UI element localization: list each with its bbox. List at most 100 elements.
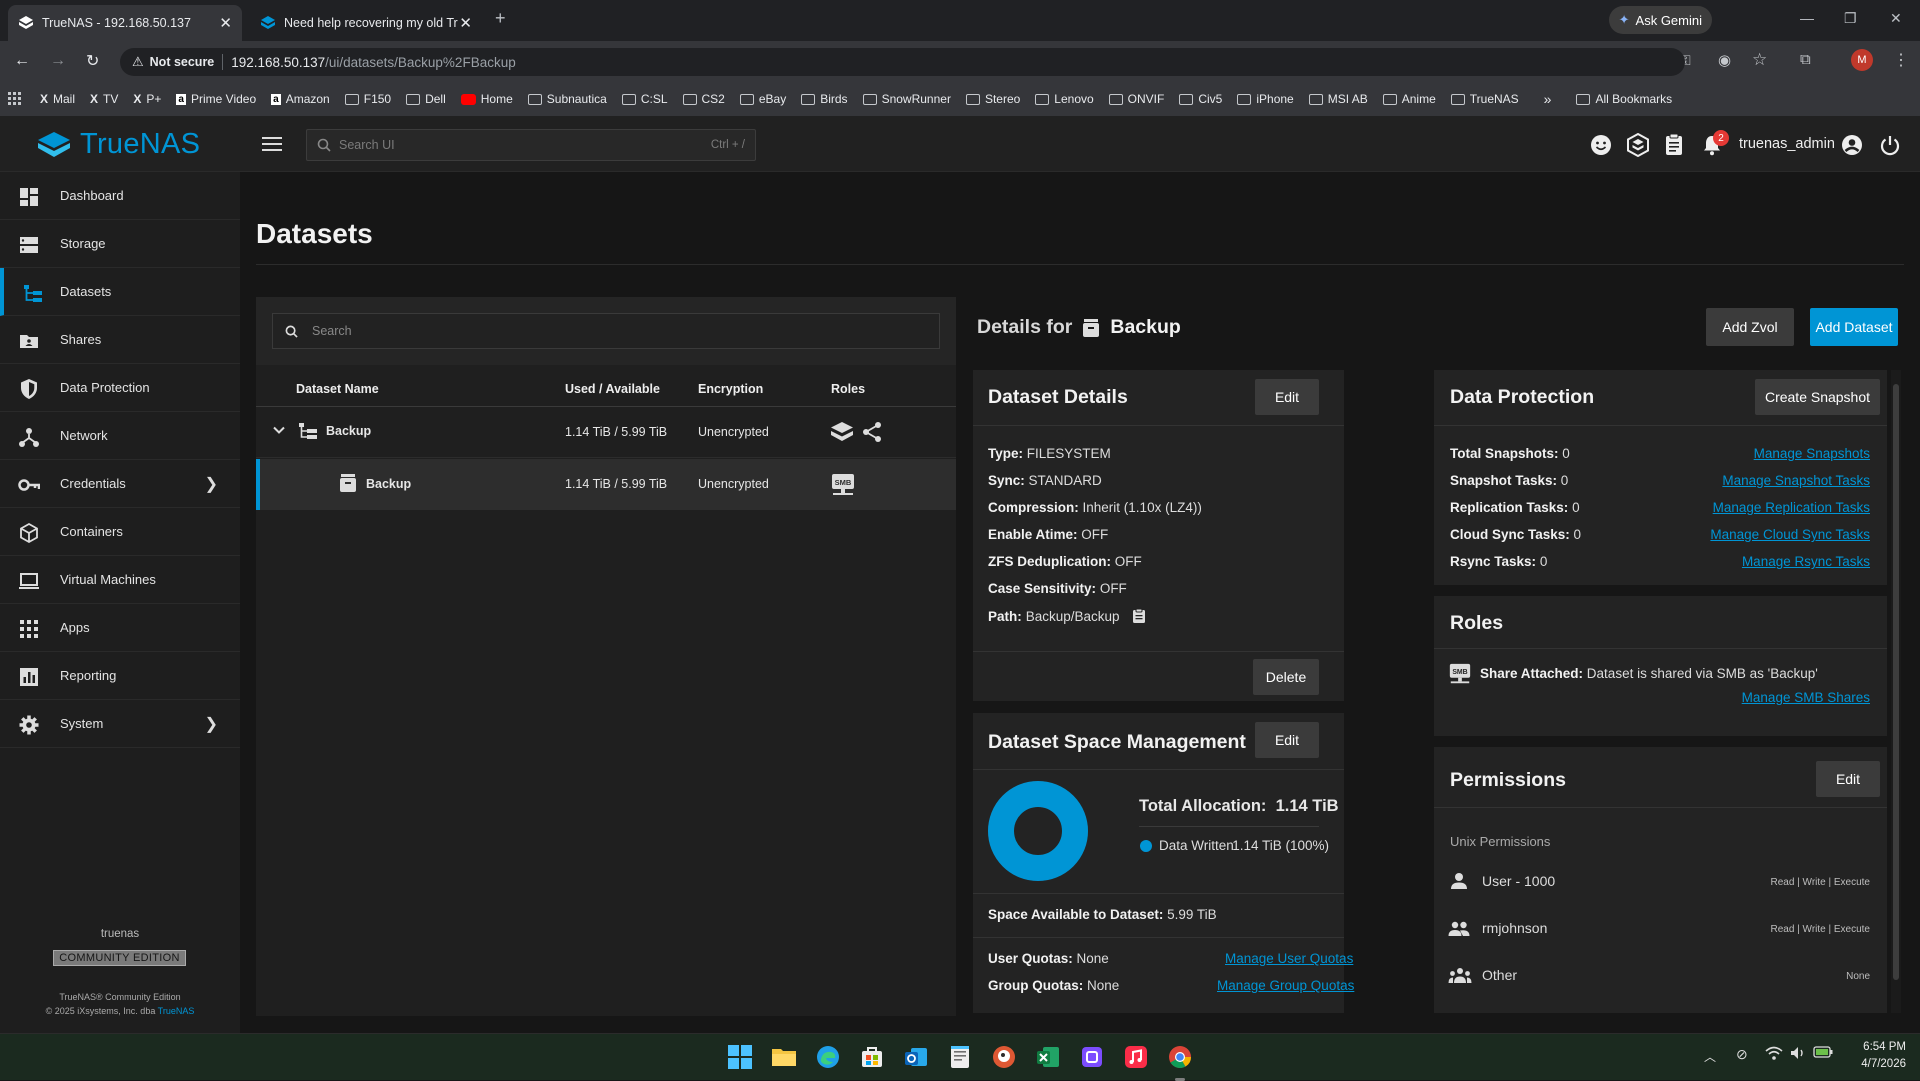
sidebar-item-reporting[interactable]: Reporting (0, 652, 240, 700)
bookmark-lenovo[interactable]: Lenovo (1035, 92, 1094, 106)
copy-clipboard-icon[interactable] (1132, 608, 1146, 624)
manage-user-quotas-link[interactable]: Manage User Quotas (1225, 951, 1353, 966)
bookmark-truenas[interactable]: TrueNAS (1450, 92, 1519, 106)
close-window-icon[interactable]: ✕ (1890, 10, 1902, 27)
sidebar-item-dashboard[interactable]: Dashboard (0, 172, 240, 220)
bookmark-tv[interactable]: X TV (90, 92, 118, 106)
duckduckgo-icon[interactable] (990, 1043, 1018, 1071)
bookmark-cs2[interactable]: CS2 (682, 92, 725, 106)
file-explorer-icon[interactable] (770, 1043, 798, 1071)
windows-start-icon[interactable] (726, 1043, 754, 1071)
tray-mute-icon[interactable]: ⊘ (1736, 1046, 1748, 1063)
bookmark-subnautica[interactable]: Subnautica (527, 92, 607, 106)
bookmark-ebay[interactable]: eBay (739, 92, 786, 106)
sidebar-item-virtual-machines[interactable]: Virtual Machines (0, 556, 240, 604)
add-zvol-button[interactable]: Add Zvol (1706, 308, 1794, 346)
apple-music-icon[interactable] (1122, 1043, 1150, 1071)
minimize-icon[interactable]: — (1800, 10, 1814, 26)
tray-overflow-icon[interactable]: ︿ (1704, 1048, 1716, 1065)
jobs-clipboard-icon[interactable] (1665, 133, 1683, 156)
excel-icon[interactable] (1034, 1043, 1062, 1071)
create-snapshot-button[interactable]: Create Snapshot (1755, 379, 1880, 415)
restore-icon[interactable]: ❐ (1844, 10, 1857, 27)
manage-smb-shares-link[interactable]: Manage SMB Shares (1742, 690, 1870, 705)
edit-space-button[interactable]: Edit (1255, 722, 1319, 758)
browser-tab-truenas[interactable]: TrueNAS - 192.168.50.137 ✕ (8, 5, 242, 41)
manage-snapshot-tasks-link[interactable]: Manage Snapshot Tasks (1722, 473, 1870, 488)
delete-dataset-button[interactable]: Delete (1253, 659, 1319, 695)
bookmark-mail[interactable]: X Mail (40, 92, 75, 106)
forward-icon[interactable]: → (50, 52, 66, 70)
sidebar-item-storage[interactable]: Storage (0, 220, 240, 268)
sidebar-item-credentials[interactable]: Credentials ❯ (0, 460, 240, 508)
account-circle-icon[interactable] (1841, 134, 1863, 156)
manage-rsync-tasks-link[interactable]: Manage Rsync Tasks (1742, 554, 1870, 569)
sidebar-item-data-protection[interactable]: Data Protection (0, 364, 240, 412)
column-header-roles[interactable]: Roles (831, 382, 865, 396)
tab-search-icon[interactable]: ⧉ (1800, 51, 1811, 68)
edit-details-button[interactable]: Edit (1255, 379, 1319, 415)
close-tab-icon[interactable]: ✕ (459, 14, 472, 32)
bookmark-snowrunner[interactable]: SnowRunner (862, 92, 951, 106)
eye-icon[interactable]: ◉ (1718, 51, 1731, 69)
manage-cloud-sync-tasks-link[interactable]: Manage Cloud Sync Tasks (1710, 527, 1870, 542)
chrome-icon[interactable] (1166, 1043, 1194, 1071)
feedback-smile-icon[interactable] (1590, 134, 1612, 156)
clock-time[interactable]: 6:54 PM (1836, 1041, 1906, 1053)
bookmark-csl[interactable]: C:SL (621, 92, 668, 106)
wifi-icon[interactable] (1765, 1045, 1783, 1061)
power-icon[interactable] (1879, 134, 1901, 156)
truenas-logo[interactable]: TrueNAS (36, 128, 200, 161)
chevron-down-icon[interactable] (272, 423, 286, 437)
edge-browser-icon[interactable] (814, 1043, 842, 1071)
username-label[interactable]: truenas_admin (1739, 136, 1835, 152)
scrollbar-thumb[interactable] (1893, 384, 1899, 980)
sidebar-item-apps[interactable]: Apps (0, 604, 240, 652)
all-bookmarks[interactable]: All Bookmarks (1576, 92, 1672, 106)
manage-snapshots-link[interactable]: Manage Snapshots (1754, 446, 1870, 461)
truecommand-icon[interactable] (1627, 133, 1649, 157)
profile-avatar[interactable]: M (1851, 49, 1873, 71)
bookmark-birds[interactable]: Birds (801, 92, 848, 106)
battery-icon[interactable] (1813, 1046, 1833, 1058)
bookmark-iphone[interactable]: iPhone (1237, 92, 1294, 106)
bookmark-f150[interactable]: F150 (344, 92, 391, 106)
add-dataset-button[interactable]: Add Dataset (1810, 308, 1898, 346)
bookmark-prime-video[interactable]: a Prime Video (176, 92, 256, 106)
notepad-icon[interactable] (946, 1043, 974, 1071)
hamburger-menu-icon[interactable] (262, 136, 282, 152)
manage-group-quotas-link[interactable]: Manage Group Quotas (1217, 978, 1354, 993)
app-chip-icon[interactable] (1078, 1043, 1106, 1071)
sidebar-item-network[interactable]: Network (0, 412, 240, 460)
sidebar-item-system[interactable]: System ❯ (0, 700, 240, 748)
edit-permissions-button[interactable]: Edit (1816, 761, 1880, 797)
bookmark-stereo[interactable]: Stereo (965, 92, 1020, 106)
menu-dots-icon[interactable]: ⋮ (1893, 50, 1909, 70)
bookmark-home[interactable]: Home (460, 92, 513, 106)
bookmark-p-plus[interactable]: X P+ (133, 92, 161, 106)
sidebar-item-shares[interactable]: Shares (0, 316, 240, 364)
volume-icon[interactable] (1790, 1046, 1806, 1060)
details-scrollbar[interactable] (1891, 370, 1901, 1013)
address-bar[interactable]: ⚠ Not secure 192.168.50.137 /ui/datasets… (120, 48, 1685, 76)
manage-replication-tasks-link[interactable]: Manage Replication Tasks (1713, 500, 1870, 515)
sidebar-item-datasets[interactable]: Datasets (0, 268, 240, 316)
browser-tab-help[interactable]: Need help recovering my old Tr ✕ (250, 5, 482, 41)
new-tab-icon[interactable]: + (495, 8, 506, 29)
column-header-encryption[interactable]: Encryption (698, 382, 763, 396)
column-header-used-available[interactable]: Used / Available (565, 382, 660, 396)
bookmark-dell[interactable]: Dell (406, 92, 446, 106)
clock-date[interactable]: 4/7/2026 (1836, 1058, 1906, 1070)
more-bookmarks-icon[interactable]: » (1544, 91, 1552, 107)
truenas-footer-link[interactable]: TrueNAS (158, 1006, 195, 1016)
sidebar-item-containers[interactable]: Containers (0, 508, 240, 556)
reload-icon[interactable]: ↻ (86, 51, 99, 71)
bookmark-amazon[interactable]: a Amazon (271, 92, 330, 106)
table-row-selected[interactable]: Backup 1.14 TiB / 5.99 TiB Unencrypted S… (256, 459, 956, 510)
bookmark-civ5[interactable]: Civ5 (1179, 92, 1222, 106)
bookmark-onvif[interactable]: ONVIF (1108, 92, 1164, 106)
microsoft-store-icon[interactable] (858, 1043, 886, 1071)
search-ui-input[interactable]: Search UI Ctrl + / (306, 129, 756, 161)
bookmark-msi-ab[interactable]: MSI AB (1308, 92, 1368, 106)
column-header-dataset-name[interactable]: Dataset Name (296, 382, 379, 396)
